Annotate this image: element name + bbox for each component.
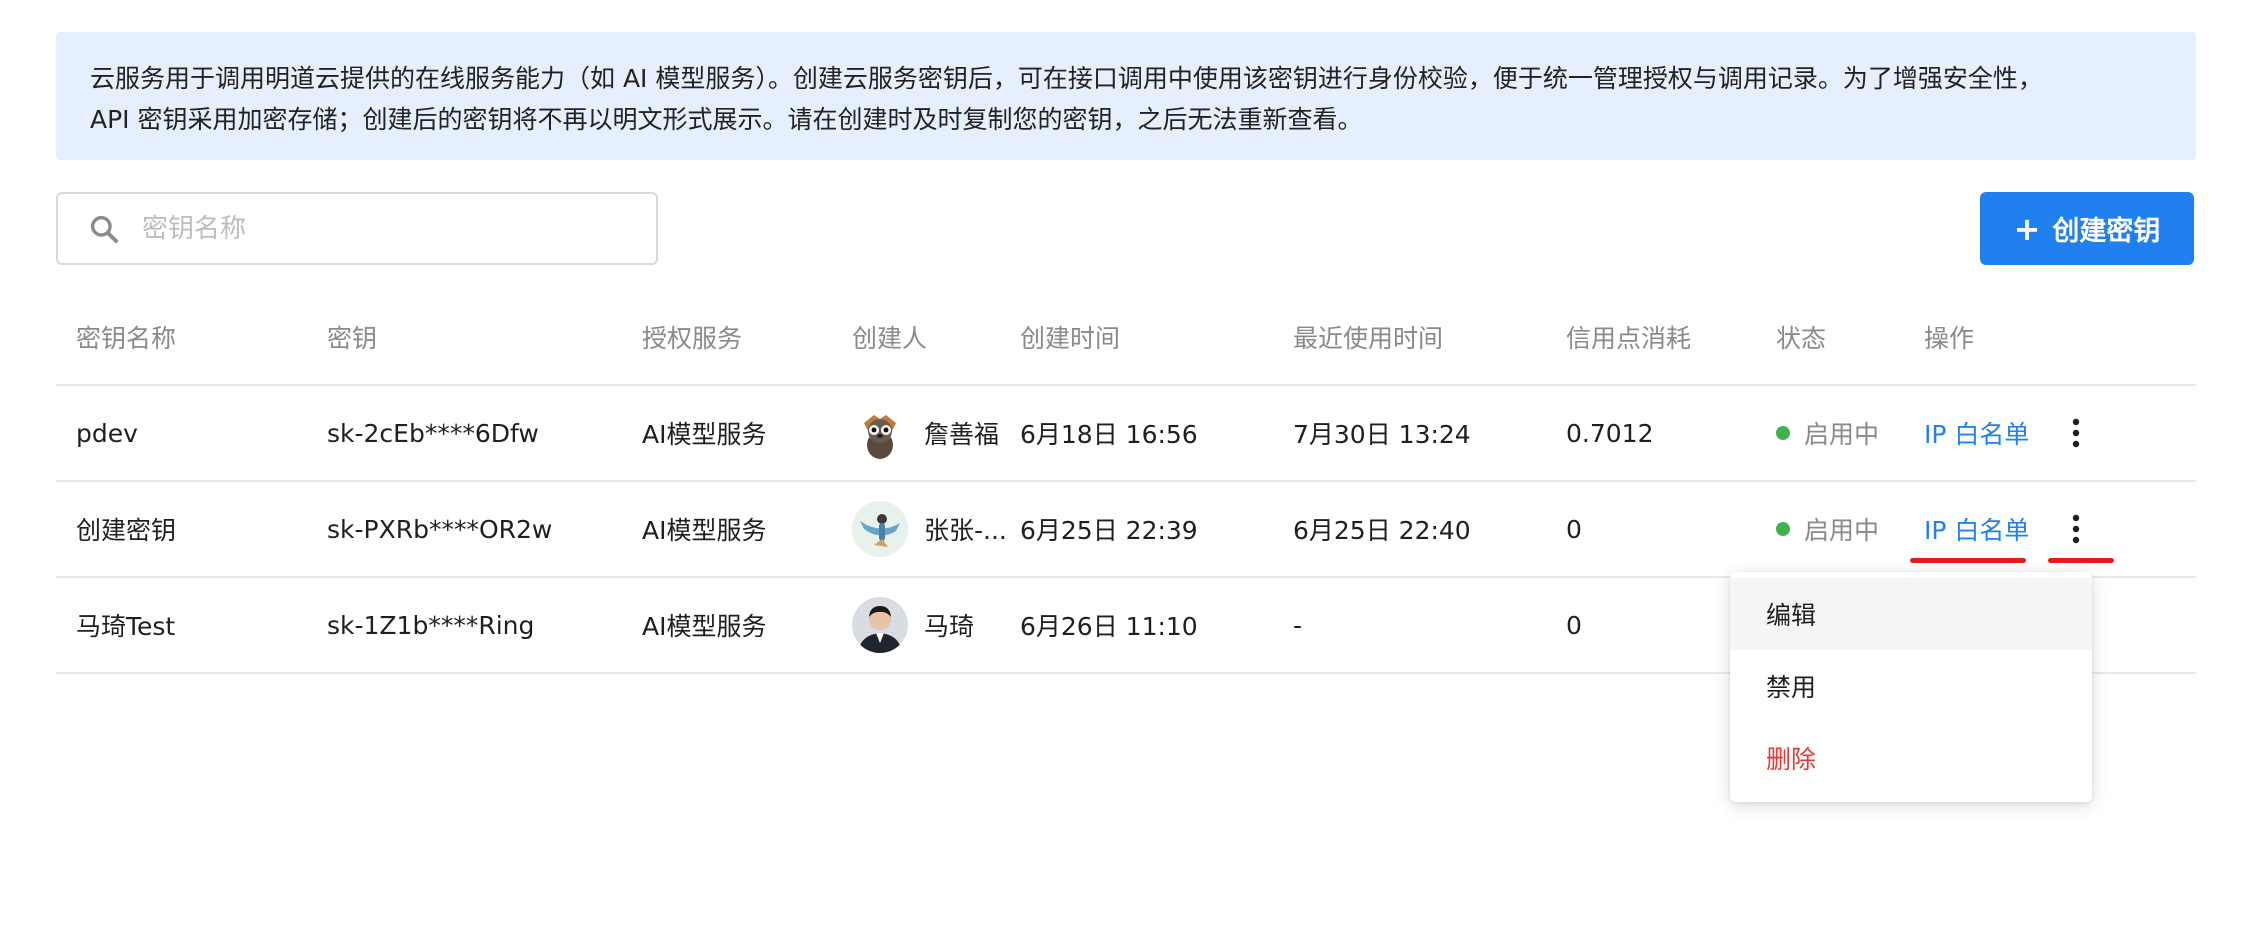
last-used-time: 7月30日 13:24: [1293, 420, 1471, 449]
creator-name: 詹善福: [924, 420, 1000, 449]
key-value: sk-1Z1b****Ring: [327, 610, 535, 640]
column-header-last-used: 最近使用时间: [1293, 324, 1444, 353]
status-badge: 启用中: [1776, 386, 1879, 480]
status-badge: 启用中: [1776, 482, 1879, 576]
ip-whitelist-link[interactable]: IP 白名单: [1924, 386, 2029, 480]
column-header-name: 密钥名称: [76, 324, 177, 353]
status-dot-icon: [1776, 522, 1790, 536]
last-used-time: -: [1293, 610, 1303, 640]
annotation-underline-ip: [1910, 558, 2026, 563]
info-notice: 云服务用于调用明道云提供的在线服务能力（如 AI 模型服务）。创建云服务密钥后，…: [56, 32, 2196, 160]
ip-whitelist-label[interactable]: IP 白名单: [1924, 415, 2029, 451]
avatar: [852, 597, 908, 653]
key-name: 马琦Test: [76, 612, 176, 641]
search-input[interactable]: [142, 213, 622, 244]
key-value: sk-PXRb****OR2w: [327, 514, 553, 544]
key-name: 创建密钥: [76, 516, 177, 545]
more-vertical-icon: [2072, 514, 2080, 544]
ip-whitelist-label[interactable]: IP 白名单: [1924, 511, 2029, 547]
credits-used: 0: [1566, 514, 1582, 544]
creator: 马琦: [852, 578, 974, 672]
row-actions-menu: 编辑 禁用 删除: [1730, 572, 2092, 802]
creator-name: 马琦: [924, 612, 975, 641]
avatar: [852, 405, 908, 461]
created-time: 6月25日 22:39: [1020, 516, 1198, 545]
creator-name: 张张-...: [924, 516, 1007, 545]
key-service: AI模型服务: [642, 420, 767, 449]
created-time: 6月18日 16:56: [1020, 420, 1198, 449]
last-used-time: 6月25日 22:40: [1293, 516, 1471, 545]
creator: 詹善福: [852, 386, 999, 480]
key-name: pdev: [76, 418, 138, 448]
notice-line-2: API 密钥采用加密存储；创建后的密钥将不再以明文形式展示。请在创建时及时复制您…: [90, 105, 1363, 134]
key-value: sk-2cEb****6Dfw: [327, 418, 539, 448]
search-box[interactable]: [56, 192, 658, 265]
column-header-service: 授权服务: [642, 324, 743, 353]
menu-item-delete[interactable]: 删除: [1730, 722, 2092, 794]
column-header-status: 状态: [1776, 324, 1827, 353]
more-vertical-icon: [2072, 418, 2080, 448]
key-service: AI模型服务: [642, 612, 767, 641]
search-icon: [90, 215, 118, 243]
creator: 张张-...: [852, 482, 1007, 576]
annotation-underline-more: [2048, 558, 2114, 563]
create-key-label: 创建密钥: [2052, 216, 2161, 247]
more-actions-button[interactable]: [2056, 386, 2096, 480]
notice-line-1: 云服务用于调用明道云提供的在线服务能力（如 AI 模型服务）。创建云服务密钥后，…: [90, 64, 2043, 93]
key-service: AI模型服务: [642, 516, 767, 545]
credits-used: 0.7012: [1566, 418, 1654, 448]
column-header-creator: 创建人: [852, 324, 928, 353]
status-dot-icon: [1776, 426, 1790, 440]
column-header-key: 密钥: [327, 324, 378, 353]
menu-item-disable[interactable]: 禁用: [1730, 650, 2092, 722]
status-text: 启用中: [1804, 516, 1880, 545]
column-header-credits: 信用点消耗: [1566, 324, 1692, 353]
plus-icon: +: [2013, 209, 2041, 248]
created-time: 6月26日 11:10: [1020, 612, 1198, 641]
menu-item-edit[interactable]: 编辑: [1730, 578, 2092, 650]
avatar: [852, 501, 908, 557]
table-header: 密钥名称 密钥 授权服务 创建人 创建时间 最近使用时间 信用点消耗 状态 操作: [56, 290, 2196, 386]
table-row: pdev sk-2cEb****6Dfw AI模型服务 詹善福 6月18日 16…: [56, 386, 2196, 482]
create-key-button[interactable]: + 创建密钥: [1980, 192, 2194, 265]
column-header-actions: 操作: [1924, 324, 1975, 353]
table-row: 创建密钥 sk-PXRb****OR2w AI模型服务 张张-... 6月25日…: [56, 482, 2196, 578]
credits-used: 0: [1566, 610, 1582, 640]
status-text: 启用中: [1804, 420, 1880, 449]
column-header-created: 创建时间: [1020, 324, 1121, 353]
